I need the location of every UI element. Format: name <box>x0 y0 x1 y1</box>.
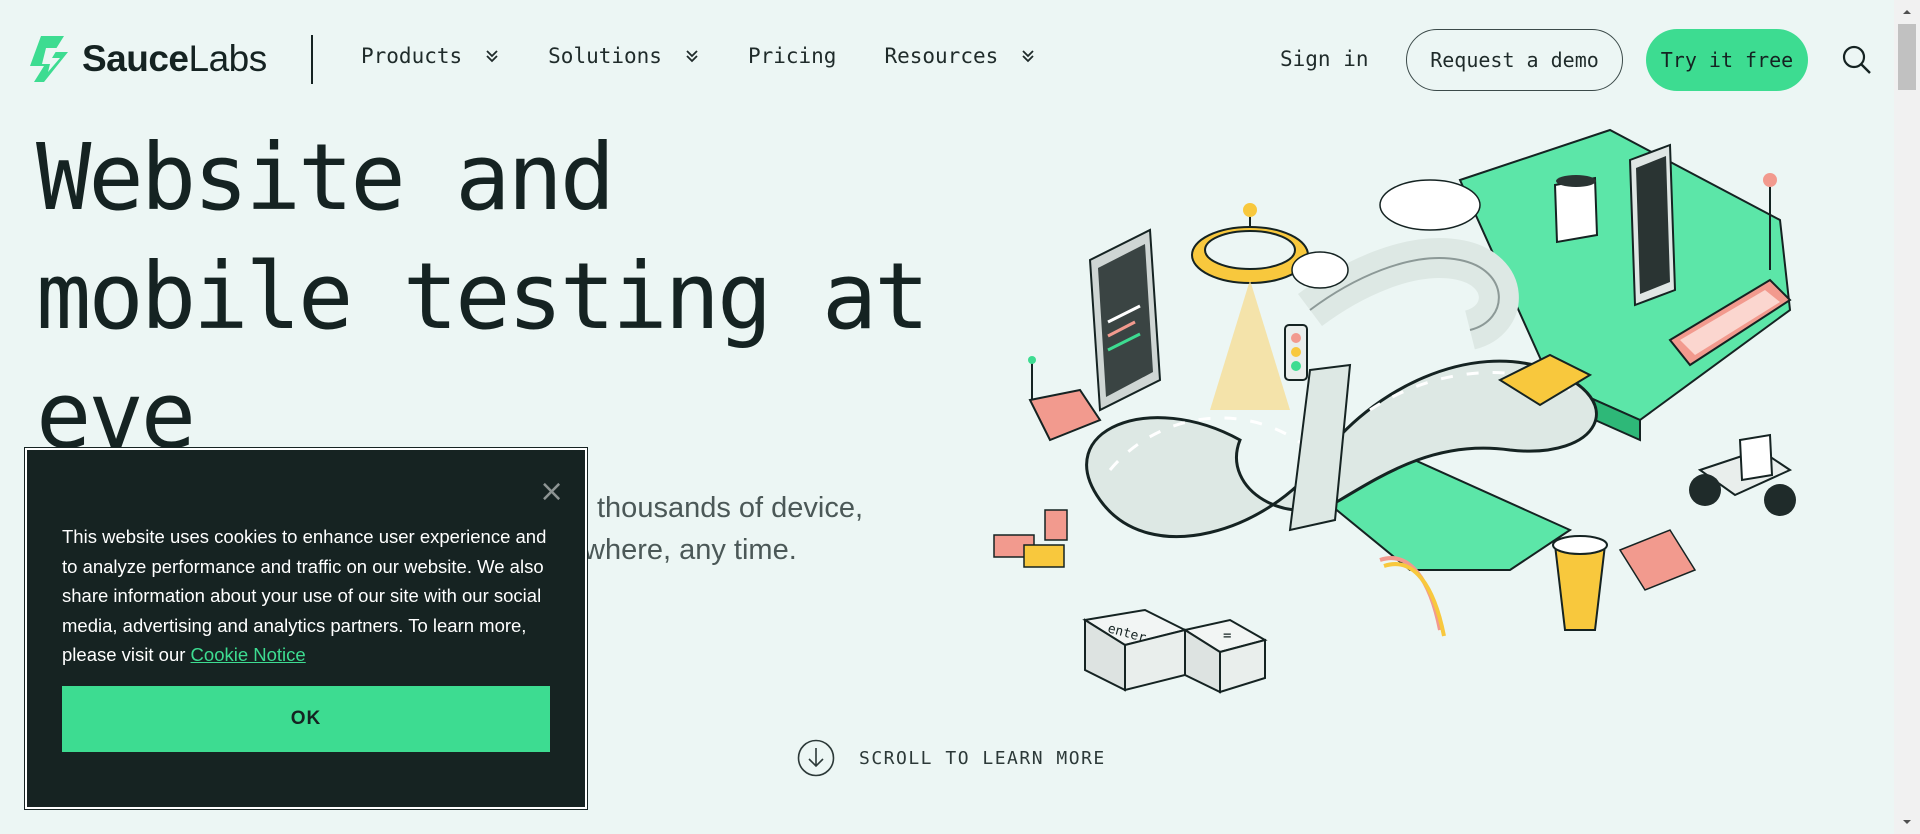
site-header: SauceLabs Products Solutions Pricing Res… <box>0 0 1894 120</box>
saucelabs-logo-icon <box>30 36 68 82</box>
scroll-up-arrow-icon[interactable] <box>1901 6 1913 18</box>
cookie-notice-link[interactable]: Cookie Notice <box>191 644 306 665</box>
close-icon[interactable]: × <box>539 477 564 507</box>
main-nav: Products Solutions Pricing Resources <box>361 44 1084 68</box>
keycap-enter: enter <box>1082 608 1188 692</box>
nav-resources[interactable]: Resources <box>884 44 1036 68</box>
cookie-banner: × This website uses cookies to enhance u… <box>24 447 588 810</box>
security-camera <box>1028 356 1102 442</box>
hero-title-line: mobile testing at <box>36 243 930 350</box>
page-scrollbar[interactable] <box>1894 0 1920 834</box>
chevron-double-down-icon <box>686 50 698 63</box>
nav-resources-label: Resources <box>884 44 999 68</box>
sign-in-link[interactable]: Sign in <box>1280 47 1369 71</box>
scroll-to-learn-more[interactable]: SCROLL TO LEARN MORE <box>797 739 1106 777</box>
saucelabs-logo[interactable]: SauceLabs <box>24 34 267 84</box>
keycap-equals-label: = <box>1223 628 1231 644</box>
nav-products[interactable]: Products <box>361 44 500 68</box>
chevron-double-down-icon <box>486 50 498 63</box>
nav-solutions[interactable]: Solutions <box>548 44 700 68</box>
scrollbar-thumb[interactable] <box>1898 24 1916 90</box>
request-demo-button[interactable]: Request a demo <box>1406 29 1623 91</box>
traffic-light <box>1284 324 1308 381</box>
coffee-mug <box>1553 175 1599 244</box>
coffee-cup <box>1552 535 1608 631</box>
toy-car <box>1689 433 1796 516</box>
arrow-down-circle-icon <box>797 739 835 777</box>
hero-title-line: Website and <box>36 124 615 231</box>
nav-pricing[interactable]: Pricing <box>748 44 837 68</box>
nav-solutions-label: Solutions <box>548 44 662 68</box>
keycap-equals: = <box>1182 618 1268 694</box>
nav-products-label: Products <box>361 44 463 68</box>
chevron-double-down-icon <box>1022 50 1034 63</box>
scroll-cta-label: SCROLL TO LEARN MORE <box>859 747 1106 769</box>
nav-pricing-label: Pricing <box>747 44 837 68</box>
hero-title: Website and mobile testing at eve_ <box>36 118 936 475</box>
hero-illustration: enter = <box>993 128 1796 694</box>
cloud <box>1291 251 1349 289</box>
logo-wordmark: SauceLabs <box>82 38 267 79</box>
lego-bricks <box>993 509 1068 568</box>
try-free-button[interactable]: Try it free <box>1646 29 1808 91</box>
scroll-down-arrow-icon[interactable] <box>1901 816 1913 828</box>
search-icon[interactable] <box>1842 45 1872 75</box>
tablet-device <box>1088 228 1162 412</box>
phone-device <box>1628 143 1677 307</box>
envelope <box>1618 529 1697 591</box>
cookie-ok-button[interactable]: OK <box>62 686 550 752</box>
cookie-message: This website uses cookies to enhance use… <box>62 522 562 670</box>
header-divider <box>311 35 313 84</box>
